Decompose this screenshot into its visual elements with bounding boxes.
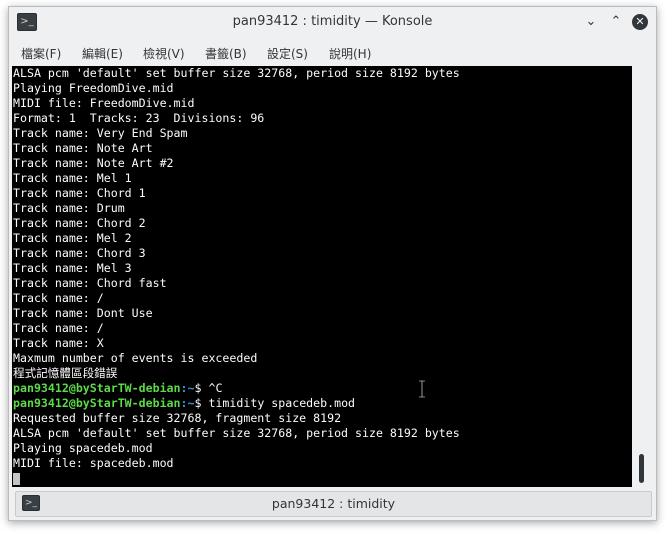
- terminal-line: Requested buffer size 32768, fragment si…: [13, 411, 342, 425]
- terminal-line: Track name: Note Art: [13, 141, 153, 155]
- terminal-line: Track name: X: [13, 336, 104, 350]
- terminal-line: Track name: /: [13, 321, 104, 335]
- window-title: pan93412 : timidity — Konsole: [232, 14, 433, 29]
- terminal-line: Track name: Chord 3: [13, 246, 146, 260]
- menu-view[interactable]: 檢視(V): [143, 45, 185, 62]
- terminal-line: ALSA pcm 'default' set buffer size 32768…: [13, 426, 460, 440]
- tab-session[interactable]: >_ pan93412 : timidity: [15, 491, 652, 517]
- terminal-output[interactable]: ALSA pcm 'default' set buffer size 32768…: [12, 66, 632, 487]
- terminal-line: Track name: Note Art #2: [13, 156, 174, 170]
- terminal-line: Maxmum number of events is exceeded: [13, 351, 258, 365]
- terminal-line: Playing spacedeb.mod: [13, 441, 153, 455]
- prompt-line: pan93412@byStarTW-debian:~$ ^C: [12, 381, 632, 396]
- prompt-line: pan93412@byStarTW-debian:~$ timidity spa…: [12, 396, 632, 411]
- terminal-line: Track name: Chord 2: [13, 216, 146, 230]
- terminal-line: MIDI file: FreedomDive.mid: [13, 96, 195, 110]
- prompt-user: pan93412@byStarTW-debian: [13, 396, 181, 410]
- terminal-line: 程式記憶體區段錯誤: [13, 366, 118, 380]
- prompt-command: $ ^C: [194, 381, 223, 395]
- prompt-command: $ timidity spacedeb.mod: [194, 396, 356, 410]
- title-bar[interactable]: >_ pan93412 : timidity — Konsole ⌄ ⌃ ✕: [9, 7, 656, 37]
- terminal-line: Track name: Mel 3: [13, 261, 132, 275]
- tab-label: pan93412 : timidity: [271, 496, 396, 511]
- menu-bar: 檔案(F) 編輯(E) 檢視(V) 書籤(B) 設定(S) 說明(H): [9, 41, 656, 65]
- terminal-line: MIDI file: spacedeb.mod: [13, 456, 174, 470]
- cursor-line: [12, 471, 632, 486]
- terminal-line: Track name: Chord 1: [13, 186, 146, 200]
- terminal-line: Format: 1 Tracks: 23 Divisions: 96: [13, 111, 265, 125]
- terminal-line: Track name: Mel 1: [13, 171, 132, 185]
- scrollbar[interactable]: [632, 66, 654, 487]
- terminal-line: Track name: Mel 2: [13, 231, 132, 245]
- menu-bookmarks[interactable]: 書籤(B): [205, 45, 247, 62]
- prompt-path: :~: [180, 396, 195, 410]
- text-cursor: [13, 472, 20, 485]
- terminal-line: Track name: Chord fast: [13, 276, 167, 290]
- menu-file[interactable]: 檔案(F): [21, 45, 61, 62]
- terminal-line: Track name: /: [13, 291, 104, 305]
- scrollbar-thumb[interactable]: [639, 454, 644, 483]
- close-icon[interactable]: ✕: [632, 14, 648, 30]
- terminal-line: Track name: Drum: [13, 201, 125, 215]
- minimize-icon[interactable]: ⌄: [583, 14, 599, 30]
- menu-edit[interactable]: 編輯(E): [82, 45, 123, 62]
- terminal-line: Playing FreedomDive.mid: [13, 81, 174, 95]
- konsole-window: >_ pan93412 : timidity — Konsole ⌄ ⌃ ✕ 檔…: [8, 6, 657, 521]
- ibeam-cursor-icon: [419, 380, 425, 398]
- prompt-user: pan93412@byStarTW-debian: [13, 381, 181, 395]
- menu-settings[interactable]: 設定(S): [267, 45, 308, 62]
- terminal-line: Track name: Dont Use: [13, 306, 153, 320]
- menu-help[interactable]: 說明(H): [329, 45, 371, 62]
- terminal-line: ALSA pcm 'default' set buffer size 32768…: [13, 66, 460, 80]
- terminal-line: Track name: Very End Spam: [13, 126, 188, 140]
- maximize-icon[interactable]: ⌃: [608, 14, 624, 30]
- prompt-path: :~: [180, 381, 195, 395]
- tab-bar: >_ pan93412 : timidity: [9, 489, 656, 519]
